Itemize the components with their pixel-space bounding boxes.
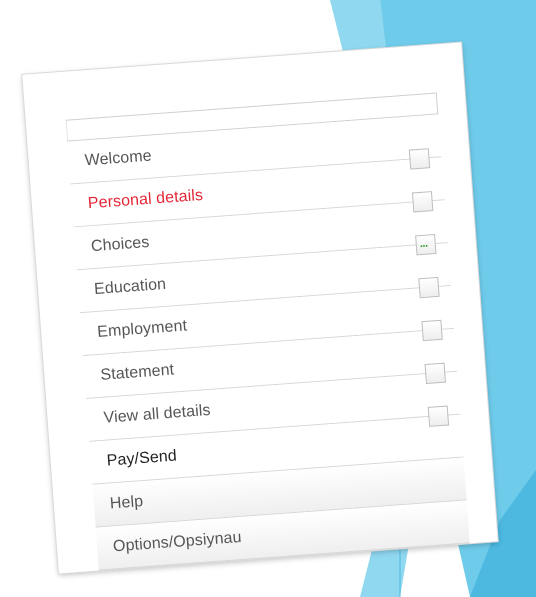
menu-item-label: Options/Opsiynau <box>112 528 243 556</box>
menu-item-label: Education <box>93 275 167 299</box>
menu-item-label: Choices <box>90 233 151 256</box>
status-checkbox-icon <box>418 276 440 299</box>
menu-item-label: Statement <box>99 361 175 384</box>
menu-item-label: Personal details <box>87 186 204 213</box>
status-checkbox-icon <box>411 191 434 213</box>
status-checkbox-icon <box>408 148 431 170</box>
screenshot-card: Welcome Personal details Choices ... Edu… <box>22 42 498 574</box>
status-checkbox-icon <box>421 319 443 342</box>
menu-item-label: Help <box>109 493 144 513</box>
menu-item-label: View all details <box>103 401 212 427</box>
status-checkbox-icon <box>427 405 450 427</box>
menu-item-label: Pay/Send <box>106 447 178 470</box>
in-progress-status-icon: ... <box>415 233 437 256</box>
application-menu: Welcome Personal details Choices ... Edu… <box>65 92 470 571</box>
slide-canvas: Welcome Personal details Choices ... Edu… <box>0 0 536 597</box>
status-checkbox-icon <box>424 362 446 385</box>
menu-item-label: Welcome <box>84 147 153 170</box>
in-progress-dots: ... <box>419 237 428 251</box>
menu-item-label: Employment <box>96 317 188 341</box>
